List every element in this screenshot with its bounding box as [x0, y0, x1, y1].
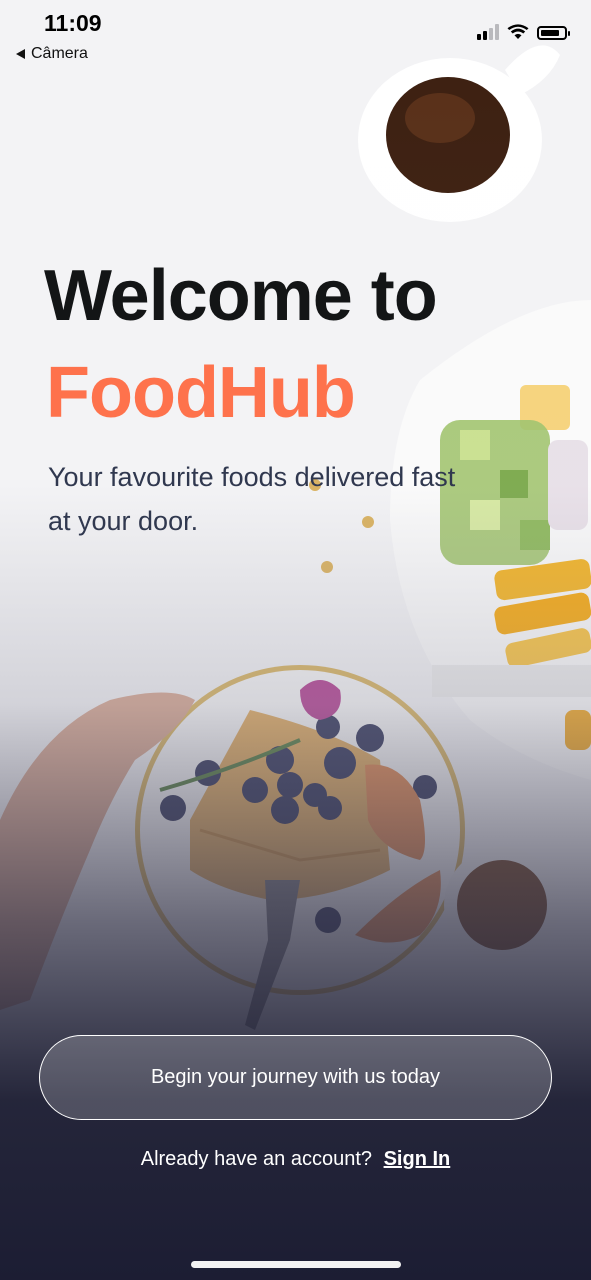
signin-row: Already have an account? Sign In [0, 1148, 591, 1171]
brand-name: FoodHub [46, 353, 356, 433]
signin-prompt: Already have an account? [140, 1148, 373, 1170]
welcome-screen: 11:09 Câmera Welcome to FoodHub Your fav… [0, 0, 591, 1280]
sign-in-link[interactable]: Sign In [384, 1148, 451, 1170]
begin-journey-button[interactable]: Begin your journey with us today [39, 1035, 552, 1120]
welcome-title: Welcome to [44, 256, 438, 336]
cellular-signal-icon [477, 24, 499, 40]
welcome-subtitle: Your favourite foods delivered fast at y… [48, 462, 456, 536]
home-indicator[interactable] [191, 1261, 401, 1268]
back-to-camera-link[interactable]: Câmera [16, 45, 88, 63]
wifi-icon [507, 24, 529, 39]
status-time: 11:09 [44, 10, 102, 36]
battery-icon [537, 26, 570, 40]
back-link-label: Câmera [31, 45, 88, 62]
status-icons [477, 24, 570, 40]
back-arrow-icon [16, 49, 25, 59]
